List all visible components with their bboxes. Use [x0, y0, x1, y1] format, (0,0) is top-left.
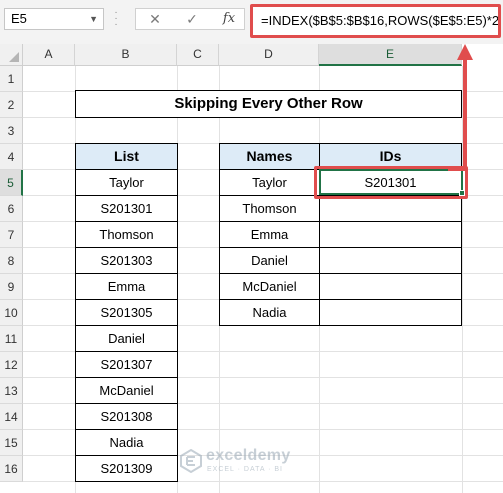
- row-header[interactable]: 13: [0, 378, 23, 404]
- row-header[interactable]: 2: [0, 92, 23, 118]
- ids-cell[interactable]: [319, 196, 462, 222]
- exceldemy-logo-icon: [180, 449, 202, 473]
- sheet-title[interactable]: Skipping Every Other Row: [75, 90, 462, 118]
- list-cell[interactable]: S201305: [75, 300, 178, 326]
- ids-cell[interactable]: [319, 300, 462, 326]
- column-header-a[interactable]: A: [23, 44, 75, 66]
- row-header[interactable]: 15: [0, 430, 23, 456]
- row-header[interactable]: 10: [0, 300, 23, 326]
- formula-input[interactable]: =INDEX($B$5:$B$16,ROWS($E$5:E5)*2): [250, 4, 501, 38]
- chevron-down-icon[interactable]: ▼: [89, 9, 98, 29]
- row-header[interactable]: 11: [0, 326, 23, 352]
- arrow-up-icon: [457, 44, 473, 60]
- list-cell[interactable]: S201303: [75, 248, 178, 274]
- names-cell[interactable]: McDaniel: [219, 274, 320, 300]
- row-header[interactable]: 8: [0, 248, 23, 274]
- list-cell[interactable]: S201309: [75, 456, 178, 482]
- list-header[interactable]: List: [75, 143, 178, 170]
- names-cell[interactable]: Thomson: [219, 196, 320, 222]
- column-header-e[interactable]: E: [319, 44, 462, 66]
- row-header[interactable]: 7: [0, 222, 23, 248]
- insert-function-icon[interactable]: fx: [218, 9, 240, 29]
- ids-cell[interactable]: [319, 248, 462, 274]
- column-header-d[interactable]: D: [219, 44, 319, 66]
- ids-cell[interactable]: [319, 274, 462, 300]
- column-header-b[interactable]: B: [75, 44, 177, 66]
- row-header[interactable]: 12: [0, 352, 23, 378]
- names-header[interactable]: Names: [219, 143, 320, 170]
- annotation-arrow-base: [448, 167, 467, 171]
- row-header[interactable]: 16: [0, 456, 23, 482]
- row-header[interactable]: 14: [0, 404, 23, 430]
- names-cell[interactable]: Emma: [219, 222, 320, 248]
- drag-handle-icon[interactable]: · · ·: [114, 8, 118, 30]
- list-cell[interactable]: McDaniel: [75, 378, 178, 404]
- ids-cell[interactable]: [319, 222, 462, 248]
- row-header[interactable]: 5: [0, 170, 23, 196]
- formula-text: =INDEX($B$5:$B$16,ROWS($E$5:E5)*2): [261, 13, 501, 28]
- row-header[interactable]: 1: [0, 66, 23, 92]
- row-header[interactable]: 9: [0, 274, 23, 300]
- name-box[interactable]: E5 ▼: [4, 8, 104, 30]
- watermark-tagline: EXCEL · DATA · BI: [207, 466, 283, 473]
- annotation-arrow: [463, 60, 467, 169]
- enter-icon[interactable]: ✓: [181, 9, 203, 29]
- column-header-c[interactable]: C: [177, 44, 219, 66]
- formula-buttons: ✕ ✓ fx: [135, 8, 245, 30]
- formula-bar: E5 ▼ · · · ✕ ✓ fx =INDEX($B$5:$B$16,ROWS($…: [0, 0, 503, 44]
- list-cell[interactable]: Thomson: [75, 222, 178, 248]
- list-cell[interactable]: Emma: [75, 274, 178, 300]
- list-cell[interactable]: S201301: [75, 196, 178, 222]
- row-header[interactable]: 6: [0, 196, 23, 222]
- list-cell[interactable]: Taylor: [75, 170, 178, 196]
- names-cell[interactable]: Daniel: [219, 248, 320, 274]
- watermark-brand: exceldemy: [206, 447, 291, 464]
- names-cell[interactable]: Nadia: [219, 300, 320, 326]
- select-all-button[interactable]: [0, 44, 23, 66]
- list-cell[interactable]: Daniel: [75, 326, 178, 352]
- row-header[interactable]: 3: [0, 118, 23, 144]
- row-header[interactable]: 4: [0, 144, 23, 170]
- list-cell[interactable]: S201308: [75, 404, 178, 430]
- list-cell[interactable]: Nadia: [75, 430, 178, 456]
- highlight-box: [314, 166, 468, 199]
- list-cell[interactable]: S201307: [75, 352, 178, 378]
- names-cell[interactable]: Taylor: [219, 170, 320, 196]
- watermark: exceldemy EXCEL · DATA · BI: [180, 447, 340, 477]
- name-box-value: E5: [11, 11, 27, 26]
- cancel-icon[interactable]: ✕: [144, 9, 166, 29]
